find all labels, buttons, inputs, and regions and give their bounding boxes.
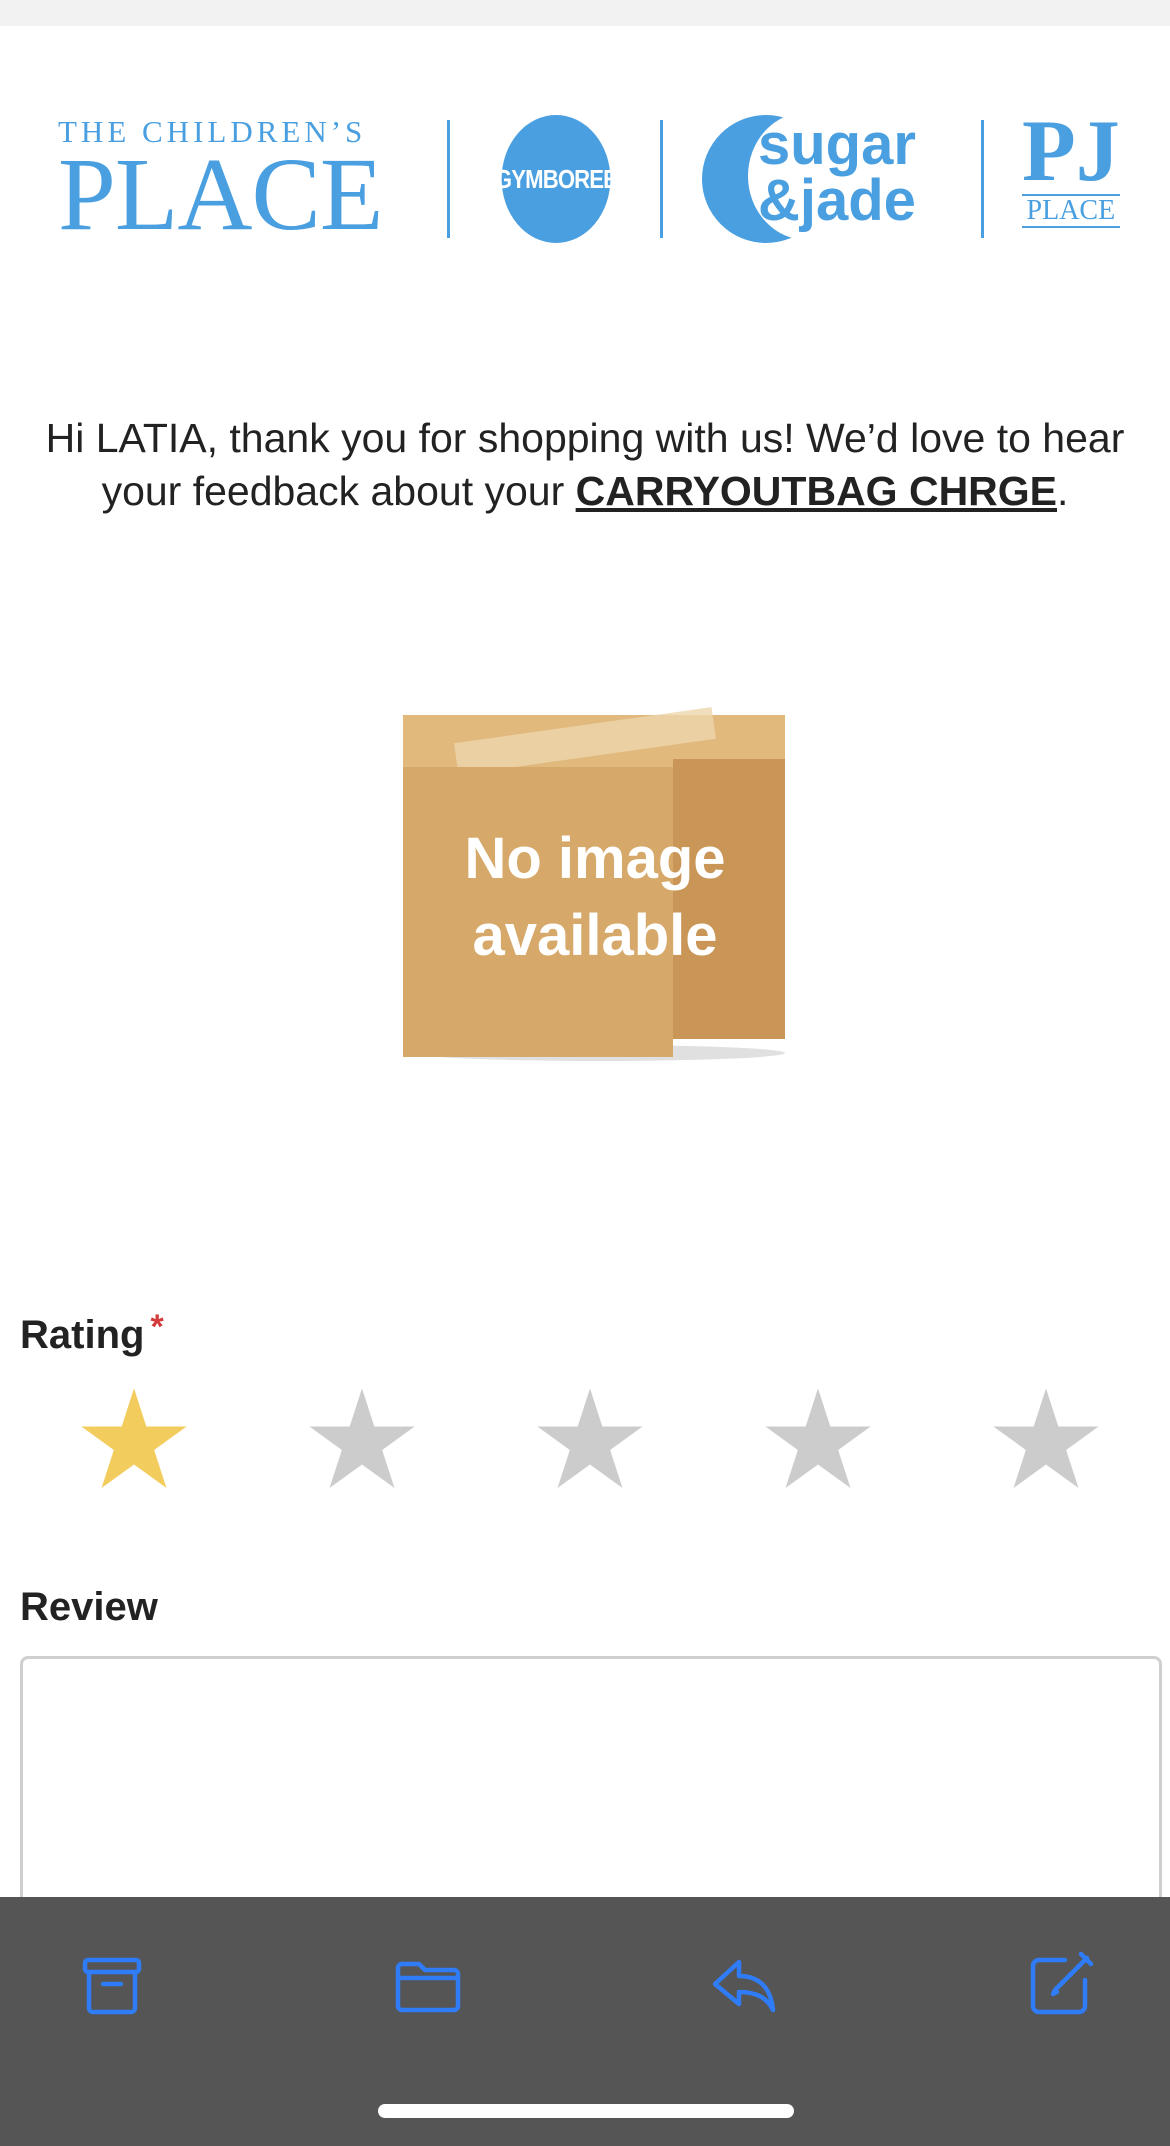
star-4[interactable] — [762, 1385, 874, 1497]
no-image-text: No image available — [464, 826, 726, 968]
star-2[interactable] — [306, 1385, 418, 1497]
status-strip — [0, 0, 1170, 26]
pj-place-logo: PJ PLACE — [1022, 103, 1120, 228]
archive-button[interactable] — [72, 1945, 152, 2025]
star-icon — [309, 1388, 415, 1489]
logo-divider — [447, 120, 450, 238]
brand-logos: THE CHILDREN’S PLACE GYMBOREE sugar &jad… — [0, 100, 1170, 260]
childrens-place-logo: THE CHILDREN’S PLACE — [58, 114, 383, 252]
star-3[interactable] — [534, 1385, 646, 1497]
rating-label: Rating * — [20, 1308, 164, 1357]
archive-icon — [82, 1957, 142, 2015]
required-asterisk: * — [150, 1308, 164, 1346]
product-link[interactable]: CARRYOUTBAG CHRGE — [576, 468, 1057, 514]
product-image-placeholder: No image available — [395, 707, 795, 1061]
home-indicator[interactable] — [378, 2104, 794, 2118]
logo-divider — [981, 120, 984, 238]
star-5[interactable] — [990, 1385, 1102, 1497]
compose-icon — [1030, 1951, 1094, 2015]
review-label: Review — [20, 1585, 158, 1629]
star-icon — [81, 1388, 187, 1489]
reply-button[interactable] — [704, 1945, 784, 2025]
review-textarea[interactable] — [20, 1656, 1162, 1916]
gymboree-logo: GYMBOREE — [495, 115, 618, 243]
mail-toolbar — [0, 1897, 1170, 2146]
logo-divider — [660, 120, 663, 238]
star-icon — [765, 1388, 871, 1489]
folder-icon — [395, 1961, 461, 2013]
reply-icon — [712, 1959, 776, 2013]
star-icon — [993, 1388, 1099, 1489]
sugar-jade-logo: sugar &jade — [758, 112, 916, 233]
greeting-text: Hi LATIA, thank you for shopping with us… — [45, 415, 1125, 514]
compose-button[interactable] — [1020, 1945, 1100, 2025]
star-icon — [537, 1388, 643, 1489]
star-1[interactable] — [78, 1385, 190, 1497]
star-rating[interactable] — [0, 1385, 1170, 1505]
move-to-folder-button[interactable] — [388, 1945, 468, 2025]
